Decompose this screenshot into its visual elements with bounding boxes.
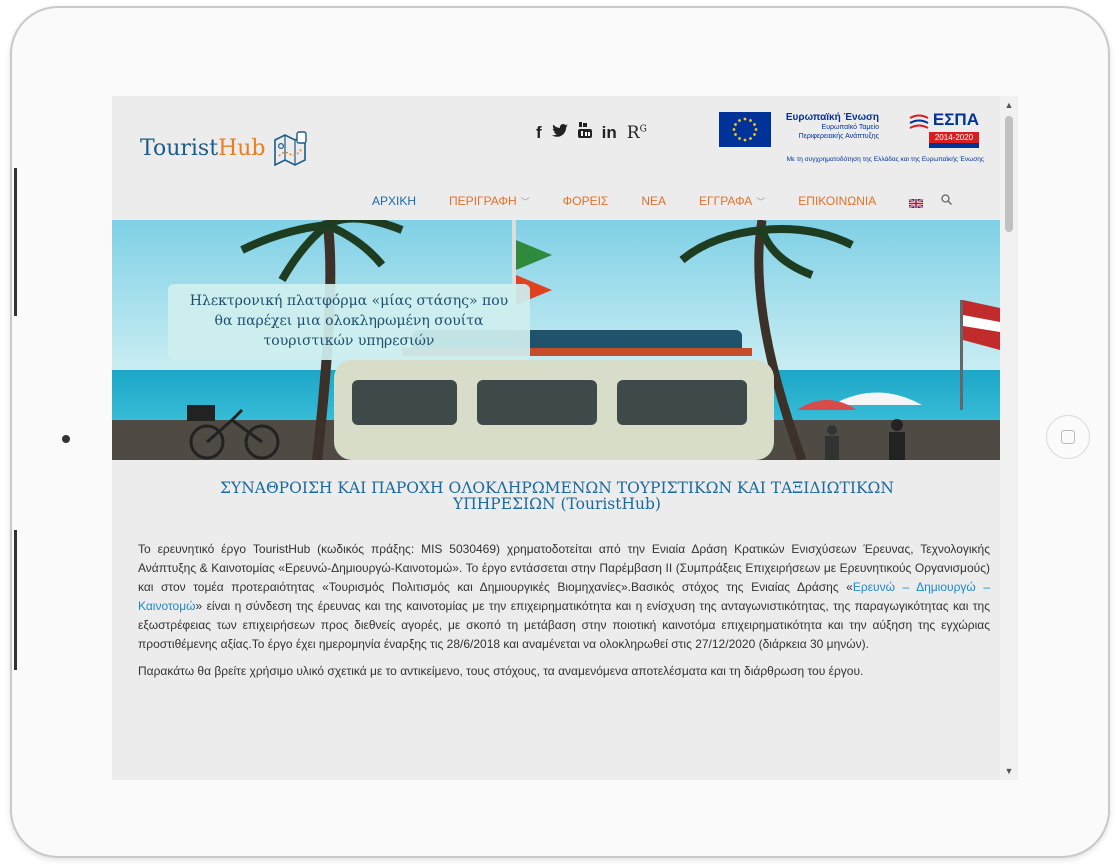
nav-item-documents[interactable]: ΕΓΓΡΑΦΑ ﹀ [699,194,765,208]
eu-fund-line1: Ευρωπαϊκό Ταμείο [821,124,879,131]
linkedin-icon[interactable]: in [602,123,617,143]
logo-text-hub: Hub [218,135,266,161]
facebook-icon[interactable]: f [536,123,542,143]
nav-item-contact[interactable]: ΕΠΙΚΟΙΝΩΝΙΑ [798,194,876,208]
twitter-icon[interactable] [551,123,568,143]
chevron-down-icon: ﹀ [520,197,530,207]
tablet-side-button [14,168,17,316]
nav-item-partners[interactable]: ΦΟΡΕΙΣ [563,194,609,208]
logo-text-tourist: Tourist [140,135,219,161]
eu-fund-line2: Περιφερειακής Ανάπτυξης [798,133,879,140]
intro-paragraph: Το ερευνητικό έργο TouristHub (κωδικός π… [138,540,990,654]
page-title-line1: ΣΥΝΑΘΡΟΙΣΗ ΚΑΙ ΠΑΡΟΧΗ ΟΛΟΚΛΗΡΩΜΕΝΩΝ ΤΟΥΡ… [220,479,894,497]
nav-item-news[interactable]: ΝΕΑ [641,194,666,208]
search-icon[interactable] [941,194,953,208]
espa-swoosh-icon [909,114,929,129]
main-content: Το ερευνητικό έργο TouristHub (κωδικός π… [138,540,990,689]
researchgate-icon[interactable]: RG [627,123,647,143]
eu-flag-icon [719,112,771,147]
home-button[interactable] [1046,415,1090,459]
social-links: f in RG [536,122,647,143]
uk-flag-icon[interactable] [908,197,924,209]
scrollbar-thumb[interactable] [1005,116,1013,232]
home-square-icon [1061,430,1075,444]
page-title: ΣΥΝΑΘΡΟΙΣΗ ΚΑΙ ΠΑΡΟΧΗ ΟΛΟΚΛΗΡΩΜΕΝΩΝ ΤΟΥΡ… [152,480,962,512]
hero-caption-line1: Ηλεκτρονική πλατφόρμα «μίας στάσης» που [189,293,509,309]
map-icon [273,131,307,166]
site-logo[interactable]: Tourist Hub [140,130,308,166]
espa-bar [929,143,979,148]
nav-item-description[interactable]: ΠΕΡΙΓΡΑΦΗ ﹀ [449,194,530,208]
intro-text-end: » είναι η σύνδεση της έρευνας και της κα… [138,599,990,651]
page-scrollbar[interactable]: ▲ ▼ [1000,96,1018,780]
eu-caption: Με τη συγχρηματοδότηση της Ελλάδας και τ… [786,156,984,163]
camera-icon [62,435,70,443]
hero-caption-line2: θα παρέχει μια ολοκληρωμένη σουίτα [214,313,484,329]
espa-years: 2014-2020 [929,132,979,143]
nav-item-documents-label: ΕΓΓΡΑΦΑ [699,194,753,208]
eu-funding-banner: Ευρωπαϊκή Ένωση Ευρωπαϊκό Ταμείο Περιφερ… [719,110,984,168]
researchgate-g: G [639,123,647,134]
researchgate-r: R [626,122,640,143]
chevron-down-icon: ﹀ [756,197,766,207]
browser-viewport: Tourist Hub f in RG Ευρωπαϊκή Ένωση Ευρω… [112,96,1018,780]
nav-item-home[interactable]: ΑΡΧΙΚΗ [372,194,416,208]
hero-caption: Ηλεκτρονική πλατφόρμα «μίας στάσης» που … [168,284,530,360]
espa-logo: ΕΣΠΑ 2014-2020 [907,110,979,150]
main-nav: ΑΡΧΙΚΗ ΠΕΡΙΓΡΑΦΗ ﹀ ΦΟΡΕΙΣ ΝΕΑ ΕΓΓΡΑΦΑ ﹀ ΕΠ… [372,194,953,209]
material-paragraph: Παρακάτω θα βρείτε χρήσιμο υλικό σχετικά… [138,664,864,678]
scroll-up-icon[interactable]: ▲ [1000,98,1018,112]
scroll-down-icon[interactable]: ▼ [1000,764,1018,778]
eu-title: Ευρωπαϊκή Ένωση [785,112,879,123]
hero-banner: Ηλεκτρονική πλατφόρμα «μίας στάσης» που … [112,220,1000,460]
eu-text-block: Ευρωπαϊκή Ένωση Ευρωπαϊκό Ταμείο Περιφερ… [779,112,879,141]
tablet-side-button [14,530,17,670]
hero-caption-line3: τουριστικών υπηρεσιών [263,333,435,349]
nav-item-description-label: ΠΕΡΙΓΡΑΦΗ [449,194,517,208]
youtube-icon[interactable] [577,122,592,143]
page-title-line2: ΥΠΗΡΕΣΙΩΝ (TouristHub) [453,495,661,513]
